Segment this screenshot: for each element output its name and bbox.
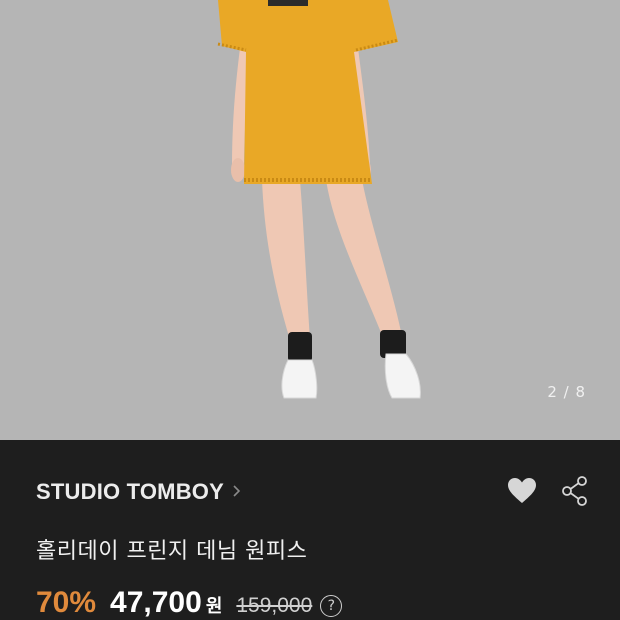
chevron-right-icon [232, 483, 241, 502]
share-icon [562, 476, 587, 506]
left-leg [262, 180, 310, 340]
right-leg [326, 180, 402, 340]
product-image[interactable]: 2 / 8 [0, 0, 620, 440]
image-counter: 2 / 8 [547, 383, 586, 401]
brand-link[interactable]: STUDIO TOMBOY [36, 479, 241, 505]
left-hand [231, 158, 245, 182]
right-shoe [384, 353, 421, 399]
discount-rate: 70% [36, 586, 97, 619]
left-shoe [281, 359, 318, 399]
brand-name[interactable]: STUDIO TOMBOY [36, 479, 224, 505]
share-button[interactable] [561, 476, 589, 506]
favorite-button[interactable] [506, 476, 538, 506]
product-title: 홀리데이 프린지 데님 원피스 [36, 539, 308, 564]
dress-print [268, 0, 308, 6]
original-price: 159,000 [236, 594, 313, 617]
product-info-panel: STUDIO TOMBOY 홀리데이 프린지 데님 원피스 70% 47,700… [0, 440, 620, 620]
product-photo [217, 0, 421, 399]
price-row: 70% 47,700 원 159,000 ? [36, 586, 343, 620]
left-sock [288, 332, 312, 362]
currency-unit: 원 [205, 596, 223, 617]
heart-icon [508, 478, 536, 503]
help-circle-icon[interactable]: ? [320, 595, 343, 617]
sale-price: 47,700 [110, 586, 202, 619]
